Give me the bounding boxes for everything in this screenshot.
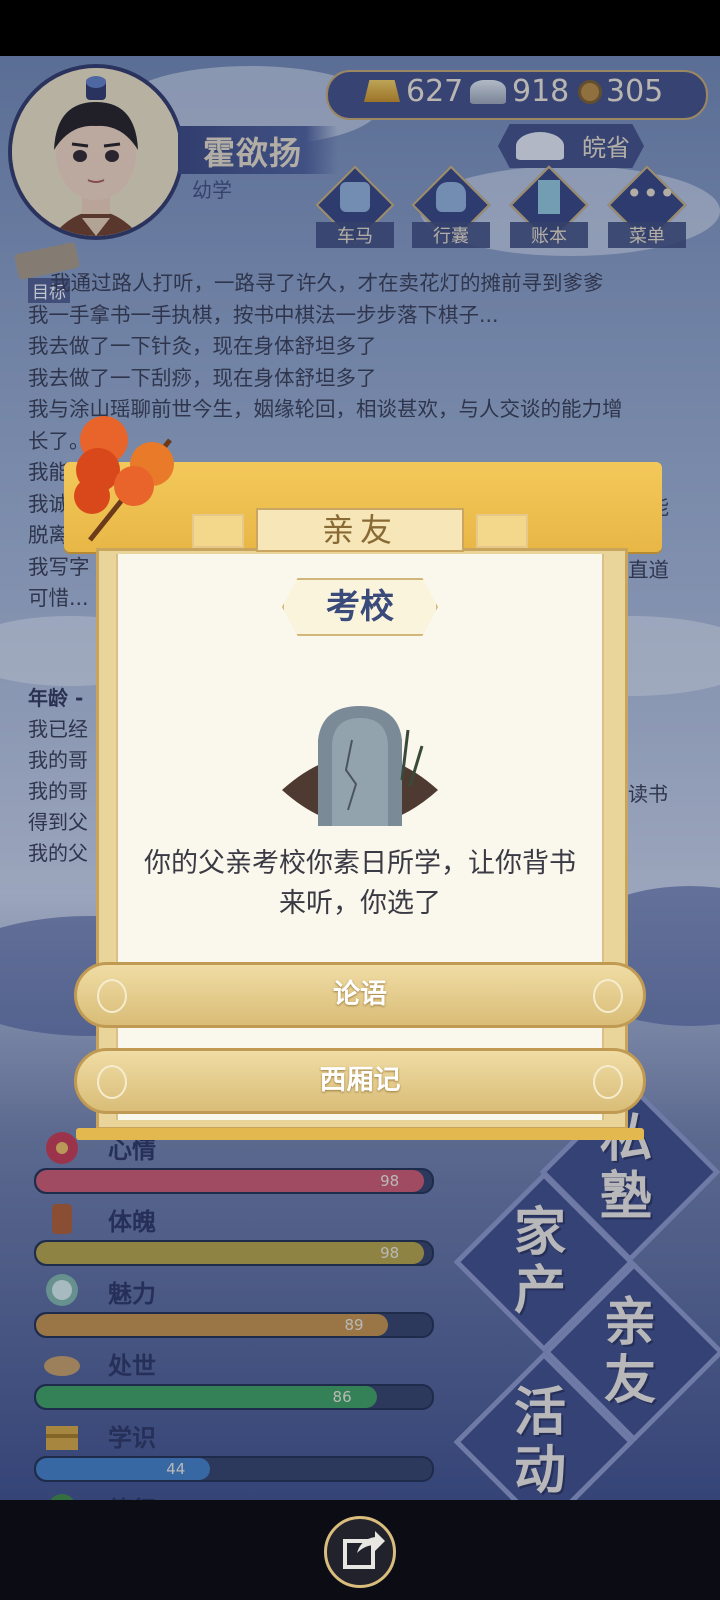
dialog-base-rod bbox=[76, 1128, 644, 1140]
tombstone-icon bbox=[282, 706, 438, 826]
share-icon bbox=[343, 1531, 385, 1569]
candied-hawthorn-icon bbox=[74, 416, 174, 542]
dialog-category: 亲友 bbox=[321, 511, 398, 549]
dialog-title: 考校 bbox=[326, 587, 394, 627]
dialog-side-tab bbox=[476, 514, 528, 548]
status-bar bbox=[0, 0, 720, 56]
dialog-body bbox=[116, 554, 604, 1120]
dialog-question: 你的父亲考校你素日所学，让你背书来听，你选了 bbox=[144, 848, 576, 919]
choice-label: 论语 bbox=[333, 979, 387, 1010]
choice-label: 西厢记 bbox=[319, 1065, 401, 1096]
dialog-side-tab bbox=[192, 514, 244, 548]
share-button[interactable] bbox=[324, 1516, 396, 1588]
